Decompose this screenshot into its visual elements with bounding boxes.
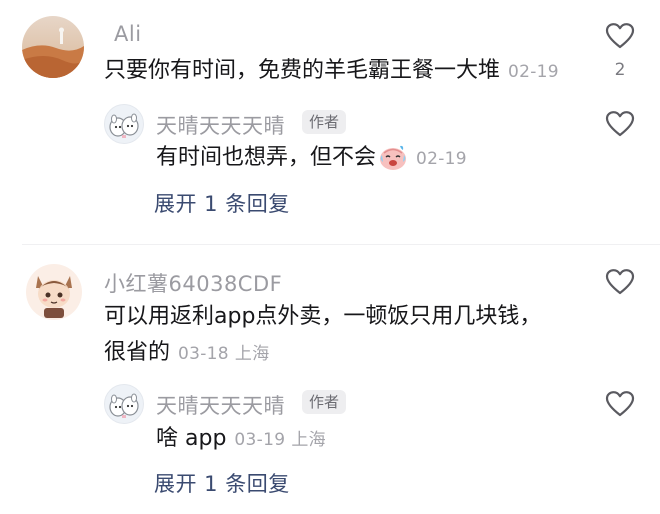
comment-section: Ali 只要你有时间，免费的羊毛霸王餐一大堆 02-19 2 天晴天天天晴 作者… — [0, 0, 660, 514]
heart-outline-icon — [605, 23, 635, 49]
expand-replies-link[interactable]: 展开 1 条回复 — [154, 188, 290, 218]
avatar[interactable] — [26, 264, 82, 320]
comment-body: 只要你有时间，免费的羊毛霸王餐一大堆 02-19 — [104, 56, 559, 87]
comment-date: 02-19 — [508, 62, 559, 82]
divider — [22, 244, 660, 245]
avatar[interactable] — [104, 104, 144, 144]
heart-outline-icon — [605, 111, 635, 137]
avatar[interactable] — [104, 384, 144, 424]
comment-username[interactable]: Ali — [114, 22, 142, 46]
heart-outline-icon — [605, 269, 635, 295]
reply-body: 啥 app 03-19 上海 — [156, 424, 326, 455]
like-button[interactable] — [605, 110, 635, 138]
reply-username[interactable]: 天晴天天天晴 — [156, 390, 285, 420]
crying-face-emoji — [380, 145, 407, 170]
comment-body-line-2: 很省的 03-18 上海 — [104, 338, 270, 369]
like-button[interactable] — [605, 390, 635, 418]
reply-text: 有时间也想弄，但不会 — [156, 145, 377, 170]
like-count: 2 — [614, 60, 626, 80]
reply-text: 啥 app — [156, 426, 227, 451]
reply-location: 上海 — [291, 430, 326, 450]
expand-replies-link[interactable]: 展开 1 条回复 — [154, 468, 290, 498]
like-button[interactable] — [605, 268, 635, 296]
reply-body: 有时间也想弄，但不会 02-19 — [156, 143, 467, 174]
author-badge: 作者 — [302, 390, 347, 414]
comment-text: 只要你有时间，免费的羊毛霸王餐一大堆 — [104, 58, 501, 83]
reply-date: 03-19 — [234, 430, 286, 450]
comment-date: 03-18 — [178, 344, 229, 364]
author-badge: 作者 — [302, 110, 347, 134]
reply-username[interactable]: 天晴天天天晴 — [156, 110, 285, 140]
comment-text-line-2: 很省的 — [104, 340, 171, 365]
comment-text-line-1: 可以用返利app点外卖，一顿饭只用几块钱， — [104, 304, 542, 329]
avatar[interactable] — [22, 16, 84, 78]
comment-username[interactable]: 小红薯64038CDF — [104, 268, 282, 298]
reply-date: 02-19 — [416, 149, 467, 169]
heart-outline-icon — [605, 391, 635, 417]
like-button[interactable] — [605, 22, 635, 50]
comment-location: 上海 — [234, 344, 270, 364]
